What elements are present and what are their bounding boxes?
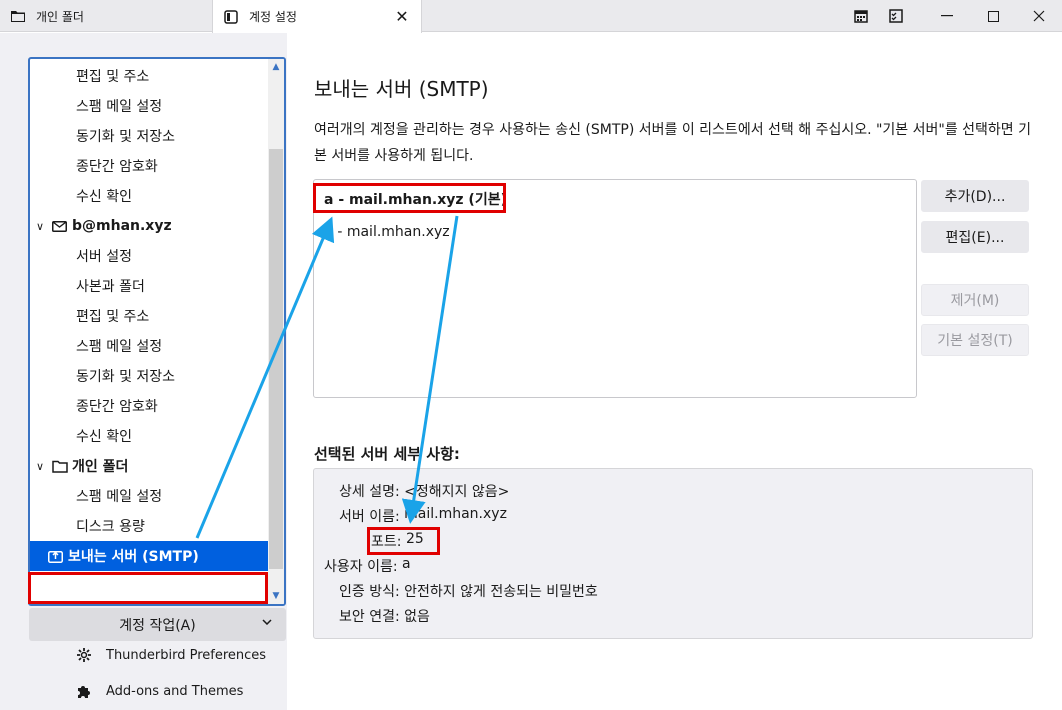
- tree-item-receipts[interactable]: 수신 확인: [30, 181, 268, 211]
- detail-label: 보안 연결:: [339, 609, 400, 625]
- tree-item-label: 개인 폴더: [72, 459, 129, 475]
- account-tree: 편집 및 주소 스팸 메일 설정 동기화 및 저장소 종단간 암호화 수신 확인…: [28, 57, 286, 606]
- account-actions-button[interactable]: 계정 작업(A): [29, 608, 286, 641]
- mail-icon: [52, 220, 70, 232]
- settings-page-icon: [223, 9, 239, 25]
- tree-item-label: 보내는 서버 (SMTP): [68, 549, 199, 565]
- tree-item-label: 스팸 메일 설정: [76, 339, 163, 355]
- detail-username: 사용자 이름: a: [324, 556, 411, 576]
- detail-label: 상세 설명:: [339, 484, 400, 500]
- detail-description: 상세 설명: <정해지지 않음>: [339, 481, 509, 501]
- link-label: Thunderbird Preferences: [106, 647, 267, 663]
- tree-item-label: 수신 확인: [76, 429, 132, 445]
- detail-value: mail.mhan.xyz: [404, 506, 507, 522]
- tree-item-label: b@mhan.xyz: [72, 218, 172, 234]
- tree-item-e2e[interactable]: 종단간 암호화: [30, 151, 268, 181]
- folder-icon: [10, 8, 26, 24]
- detail-value: <정해지지 않음>: [404, 484, 510, 500]
- sidebar: 편집 및 주소 스팸 메일 설정 동기화 및 저장소 종단간 암호화 수신 확인…: [0, 33, 287, 710]
- tree-item-label: 사본과 폴더: [76, 279, 145, 295]
- highlight-box-port: [367, 527, 440, 555]
- detail-security: 보안 연결: 없음: [339, 606, 430, 626]
- chevron-down-icon[interactable]: ∨: [36, 460, 50, 473]
- tab-account-settings[interactable]: 계정 설정 ✕: [212, 0, 422, 33]
- remove-server-button[interactable]: 제거(M): [921, 284, 1029, 316]
- add-server-button[interactable]: 추가(D)...: [921, 180, 1029, 212]
- outgoing-server-icon: [48, 549, 66, 563]
- detail-value: a: [402, 556, 411, 572]
- tree-item-label: 서버 설정: [76, 249, 132, 265]
- tree-item-composition[interactable]: 편집 및 주소: [30, 61, 268, 91]
- tree-item-receipts[interactable]: 수신 확인: [30, 421, 268, 451]
- tree-item-copies-folders[interactable]: 사본과 폴더: [30, 271, 268, 301]
- tree-local-folders[interactable]: ∨ 개인 폴더: [30, 451, 268, 481]
- account-actions-label: 계정 작업(A): [119, 617, 196, 634]
- tree-item-composition[interactable]: 편집 및 주소: [30, 301, 268, 331]
- tree-item-server-settings[interactable]: 서버 설정: [30, 241, 268, 271]
- page-title: 보내는 서버 (SMTP): [314, 77, 489, 101]
- puzzle-icon: [75, 683, 93, 699]
- tab-personal-folders[interactable]: 개인 폴더: [0, 0, 210, 32]
- tree-item-label: 종단간 암호화: [76, 399, 158, 415]
- minimize-icon[interactable]: [924, 0, 970, 32]
- tree-item-smtp[interactable]: 보내는 서버 (SMTP): [30, 541, 268, 571]
- detail-label: 사용자 이름:: [324, 559, 398, 575]
- chevron-down-icon[interactable]: ∨: [36, 220, 50, 233]
- maximize-icon[interactable]: [970, 0, 1016, 32]
- server-row-b[interactable]: b - mail.mhan.xyz: [324, 224, 450, 240]
- title-bar: 개인 폴더 계정 설정 ✕: [0, 0, 1062, 33]
- detail-value: 없음: [404, 609, 430, 625]
- detail-label: 서버 이름:: [339, 509, 400, 525]
- details-title: 선택된 서버 세부 사항:: [314, 445, 460, 463]
- scroll-down-icon[interactable]: ▼: [268, 588, 284, 604]
- highlight-box-default-server: [313, 183, 506, 213]
- close-icon[interactable]: ✕: [393, 7, 411, 26]
- edit-server-button[interactable]: 편집(E)...: [921, 221, 1029, 253]
- link-label: Add-ons and Themes: [106, 683, 244, 699]
- tree-item-label: 동기화 및 저장소: [76, 129, 176, 145]
- detail-auth-method: 인증 방식: 안전하지 않게 전송되는 비밀번호: [339, 581, 598, 601]
- tree-item-label: 동기화 및 저장소: [76, 369, 176, 385]
- detail-server-name: 서버 이름: mail.mhan.xyz: [339, 506, 507, 526]
- main-panel: 보내는 서버 (SMTP) 여러개의 계정을 관리하는 경우 사용하는 송신 (…: [287, 33, 1062, 710]
- tree-item-e2e[interactable]: 종단간 암호화: [30, 391, 268, 421]
- set-default-button[interactable]: 기본 설정(T): [921, 324, 1029, 356]
- addons-link[interactable]: Add-ons and Themes: [75, 680, 243, 702]
- tree-item-label: 수신 확인: [76, 189, 132, 205]
- scroll-up-icon[interactable]: ▲: [268, 59, 284, 75]
- tasks-icon[interactable]: [873, 0, 919, 32]
- tab-label: 계정 설정: [249, 10, 297, 24]
- account-tree-list: 편집 및 주소 스팸 메일 설정 동기화 및 저장소 종단간 암호화 수신 확인…: [30, 59, 268, 604]
- page-description: 여러개의 계정을 관리하는 경우 사용하는 송신 (SMTP) 서버를 이 리스…: [314, 122, 1032, 164]
- highlight-box-smtp: [28, 572, 268, 604]
- detail-label: 인증 방식:: [339, 584, 400, 600]
- tree-item-label: 편집 및 주소: [76, 69, 150, 85]
- tree-scrollbar[interactable]: ▲ ▼: [268, 59, 284, 604]
- scrollbar-thumb[interactable]: [269, 149, 283, 569]
- gear-icon: [75, 647, 93, 663]
- tree-item-sync[interactable]: 동기화 및 저장소: [30, 361, 268, 391]
- tab-label: 개인 폴더: [36, 9, 84, 24]
- folder-icon: [52, 460, 70, 473]
- detail-value: 안전하지 않게 전송되는 비밀번호: [404, 584, 598, 600]
- tree-item-label: 디스크 용량: [76, 519, 145, 535]
- chevron-down-icon: [262, 617, 272, 628]
- tree-item-label: 스팸 메일 설정: [76, 489, 163, 505]
- tree-item-junk[interactable]: 스팸 메일 설정: [30, 331, 268, 361]
- tree-item-label: 스팸 메일 설정: [76, 99, 163, 115]
- tree-item-junk[interactable]: 스팸 메일 설정: [30, 481, 268, 511]
- tree-item-junk[interactable]: 스팸 메일 설정: [30, 91, 268, 121]
- tree-item-sync[interactable]: 동기화 및 저장소: [30, 121, 268, 151]
- window-close-icon[interactable]: [1016, 0, 1062, 32]
- tree-item-label: 편집 및 주소: [76, 309, 150, 325]
- preferences-link[interactable]: Thunderbird Preferences: [75, 644, 266, 666]
- tree-account-b[interactable]: ∨ b@mhan.xyz: [30, 211, 268, 241]
- tree-item-label: 종단간 암호화: [76, 159, 158, 175]
- tree-item-disk-space[interactable]: 디스크 용량: [30, 511, 268, 541]
